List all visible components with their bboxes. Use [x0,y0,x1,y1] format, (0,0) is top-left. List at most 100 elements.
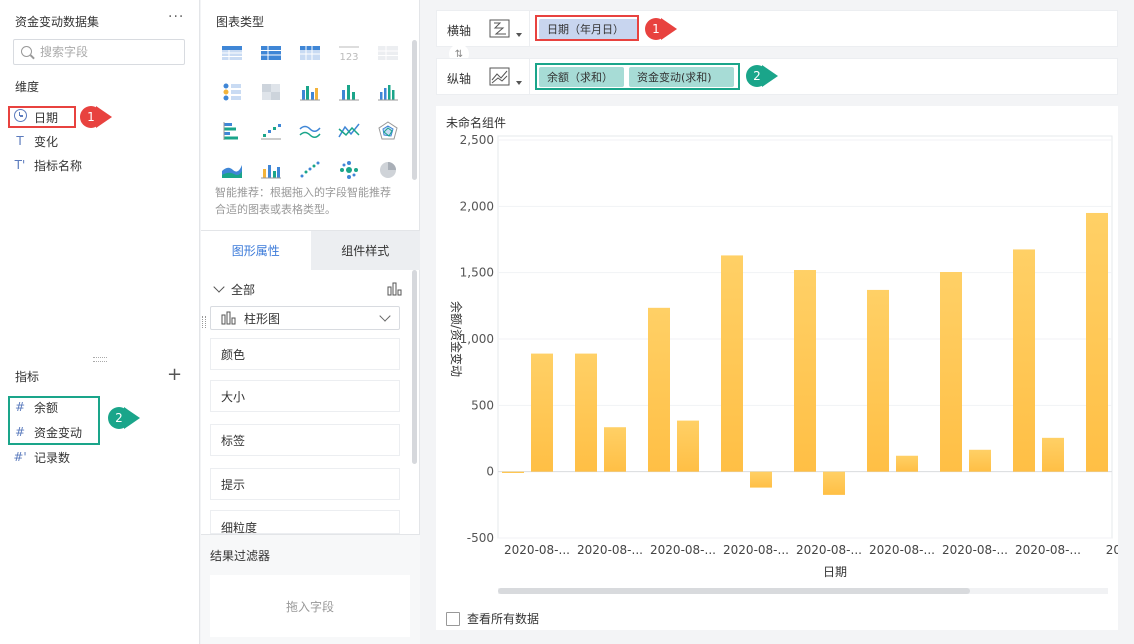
x-axis-chart-icon[interactable] [489,18,513,40]
chart-type-select[interactable]: 柱形图 [210,306,400,330]
field-label: 变化 [34,134,59,149]
chevron-down-icon [379,310,391,322]
x-tick-label: 2020-08-... [942,543,1008,557]
field-label: 记录数 [34,450,71,465]
shelf-divider [529,59,530,94]
cross-table-icon[interactable] [258,42,284,64]
result-filter-title: 结果过滤器 [210,549,271,563]
add-measure-button[interactable]: + [167,364,182,385]
field-search[interactable] [13,39,185,65]
kpi-number-icon[interactable]: 123 [336,42,362,64]
tab-component-style[interactable]: 组件样式 [310,231,420,270]
panel-splitter[interactable] [93,357,107,362]
filter-drop-zone[interactable]: 拖入字段 [210,575,410,637]
bar [940,272,962,472]
polyline-chart-icon[interactable] [336,120,362,142]
field-search-input[interactable] [40,43,180,61]
callout-badge-2-y: 2 [746,65,778,87]
radar-chart-icon[interactable] [375,120,401,142]
bar [750,471,772,488]
detail-table-icon[interactable] [297,42,323,64]
property-tooltip[interactable]: 提示 [210,468,400,500]
checkbox[interactable] [446,611,460,626]
drag-handle-icon[interactable] [202,316,206,328]
bar [969,449,991,472]
result-filter-section: 结果过滤器 拖入字段 [201,534,420,644]
properties-scrollbar[interactable] [412,270,417,464]
dimension-field-change[interactable]: T 变化 [10,130,58,152]
grouped-bar-icon[interactable] [297,81,323,103]
bar-chart: -500 0 500 1,000 1,500 2,000 2,500 余额/资金变动 2020-… [449,133,1118,579]
x-tick-label: 2020-08-... [1015,543,1081,557]
bar-chart-icon[interactable] [219,120,245,142]
callout-tail [762,65,778,87]
x-tick-label: 2020-08-... [723,543,789,557]
y-tick-label: 1,500 [460,266,494,280]
property-color[interactable]: 颜色 [210,338,400,370]
view-all-data-toggle[interactable]: 查看所有数据 [446,610,539,627]
bar [1042,437,1064,472]
data-panel: 资金变动数据集 ··· 维度 日期 T 变化 T' 指标名称 1 指标 + # … [0,0,200,644]
property-label[interactable]: 标签 [210,424,400,456]
bar [1013,249,1035,472]
table-icon[interactable] [219,42,245,64]
smart-recommend-hint: 智能推荐：根据拖入的字段智能推荐合适的图表或表格类型。 [215,186,391,216]
highlight-box-x-pill [535,15,639,41]
dimension-field-indicator-name[interactable]: T' 指标名称 [10,154,82,176]
chart-component: 未命名组件 -500 0 500 1,000 1,500 2,000 2,500 余额/资金变… [436,106,1118,630]
bubble-chart-icon[interactable] [336,159,362,181]
dot-matrix-icon[interactable] [219,81,245,103]
shelf-divider [529,11,530,46]
scatter-chart-icon[interactable] [297,159,323,181]
search-icon [21,46,32,57]
callout-badge-1: 1 [80,106,112,128]
caret-down-icon[interactable] [516,33,522,37]
y-axis-chart-icon[interactable] [489,66,513,88]
combo-chart-icon[interactable] [258,159,284,181]
y-tick-label: 2,500 [460,133,494,147]
x-tick-label: 2020 [1106,543,1118,557]
highlight-box-y-pills [535,63,740,90]
x-tick-label: 2020-08-... [504,543,570,557]
y-axis-label: 纵轴 [447,72,472,86]
bar [721,255,743,472]
bar [648,307,670,472]
chart-type-heading: 图表类型 [216,15,265,29]
measure-field-record-count[interactable]: #' 记录数 [10,446,70,468]
more-options-icon[interactable]: ··· [168,9,184,25]
chart-type-value: 柱形图 [244,311,281,326]
text-table-icon[interactable] [375,42,401,64]
bar [896,455,918,472]
bar [1086,212,1108,472]
dimensions-heading: 维度 [15,80,40,94]
heatmap-icon[interactable] [258,81,284,103]
horizontal-scrollbar[interactable] [498,588,970,594]
area-chart-icon[interactable] [219,159,245,181]
column-chart-icon [221,311,236,325]
svg-text:123: 123 [339,52,358,63]
chart-type-scrollbar[interactable] [412,40,417,180]
bar [502,471,524,473]
scatter-step-icon[interactable] [258,120,284,142]
multi-column-icon[interactable] [375,81,401,103]
property-granularity[interactable]: 细粒度 [210,510,400,534]
view-all-data-label: 查看所有数据 [467,612,540,626]
y-tick-label: 500 [471,398,494,412]
line-chart-icon[interactable] [297,120,323,142]
y-tick-label: -500 [467,531,494,545]
x-axis-label: 横轴 [447,24,472,38]
caret-down-icon[interactable] [516,81,522,85]
bar [823,471,845,495]
bar [677,420,699,472]
bar [531,353,553,472]
property-size[interactable]: 大小 [210,380,400,412]
all-properties-row[interactable]: 全部 [213,280,403,298]
x-tick-label: 2020-08-... [577,543,643,557]
pie-chart-icon[interactable] [375,159,401,181]
tab-graphic-properties[interactable]: 图形属性 [201,231,311,270]
column-chart-icon[interactable] [336,81,362,103]
y-tick-label: 0 [486,465,494,479]
bar [604,427,626,472]
column-chart-icon[interactable] [387,282,403,296]
callout-tail [124,407,140,429]
